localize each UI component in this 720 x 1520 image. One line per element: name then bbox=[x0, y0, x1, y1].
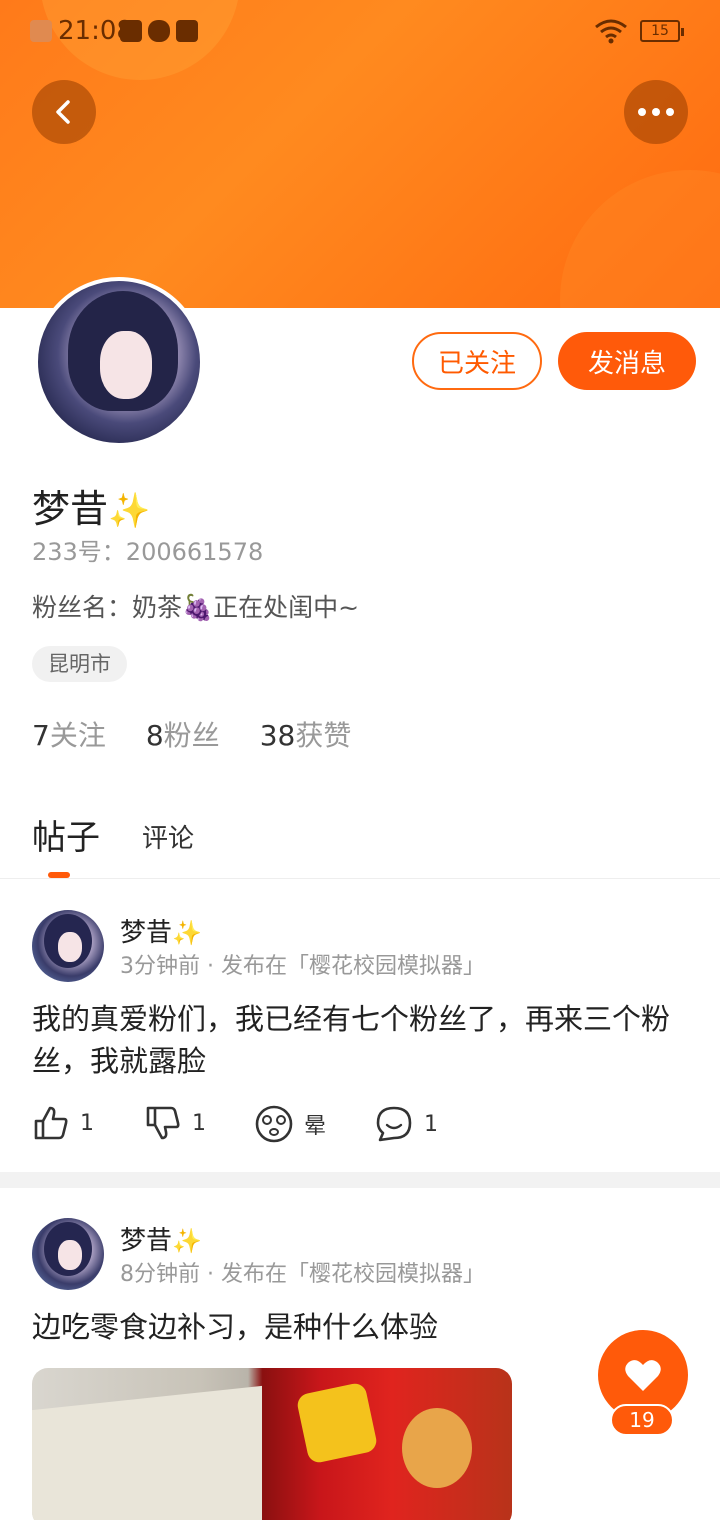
send-message-button[interactable]: 发消息 bbox=[558, 332, 696, 390]
content-tabs: 帖子 评论 bbox=[32, 810, 194, 859]
stat-label: 关注 bbox=[49, 719, 106, 752]
stat-label: 粉丝 bbox=[163, 719, 220, 752]
profile-stats: 7关注 8粉丝 38获赞 bbox=[32, 714, 351, 754]
thumbs-up-icon bbox=[34, 1106, 68, 1140]
sparkle-emoji: ✨ bbox=[172, 919, 202, 947]
stat-following[interactable]: 7关注 bbox=[32, 714, 106, 754]
post-author-name[interactable]: 梦昔✨ bbox=[120, 1220, 202, 1257]
avatar-art bbox=[58, 932, 82, 962]
post-text[interactable]: 我的真爱粉们，我已经有七个粉丝了，再来三个粉丝，我就露脸 bbox=[32, 998, 692, 1082]
post-meta: 3分钟前 · 发布在「樱花校园模拟器」 bbox=[120, 954, 485, 979]
post-image[interactable] bbox=[32, 1368, 512, 1520]
image-content bbox=[402, 1408, 472, 1488]
more-dots-icon bbox=[638, 108, 674, 116]
like-count: 1 bbox=[80, 1110, 94, 1136]
stat-number: 8 bbox=[145, 719, 164, 752]
user-id: 233号：200661578 bbox=[32, 538, 264, 566]
heart-icon bbox=[625, 1360, 661, 1391]
comment-bubble-icon bbox=[376, 1106, 412, 1142]
stat-followers[interactable]: 8粉丝 bbox=[146, 714, 220, 754]
profile-bio: 粉丝名：奶茶🍇正在处闺中~ bbox=[32, 588, 359, 624]
stat-likes: 38获赞 bbox=[260, 714, 352, 754]
notification-icon bbox=[176, 20, 198, 42]
dizzy-reaction-button[interactable]: 晕 bbox=[254, 1104, 326, 1144]
cloud-icon bbox=[148, 20, 170, 42]
author-name-text: 梦昔 bbox=[120, 1226, 173, 1256]
sparkle-emoji: ✨ bbox=[108, 491, 151, 531]
image-content bbox=[32, 1385, 262, 1520]
battery-indicator: 15 bbox=[640, 20, 684, 42]
status-bar: 21:08 15 bbox=[0, 0, 720, 64]
post-author-avatar[interactable] bbox=[32, 1218, 104, 1290]
more-button[interactable] bbox=[624, 80, 688, 144]
image-content bbox=[295, 1381, 379, 1465]
section-separator bbox=[0, 1172, 720, 1188]
tab-comments[interactable]: 评论 bbox=[142, 818, 194, 859]
comment-button[interactable]: 1 bbox=[374, 1104, 438, 1144]
sparkle-emoji: ✨ bbox=[172, 1227, 202, 1255]
bio-prefix: 粉丝名：奶茶 bbox=[32, 593, 183, 622]
dislike-button[interactable]: 1 bbox=[144, 1104, 206, 1142]
bio-suffix: 正在处闺中~ bbox=[213, 593, 360, 622]
location-tag: 昆明市 bbox=[32, 646, 127, 682]
back-button[interactable] bbox=[32, 80, 96, 144]
author-name-text: 梦昔 bbox=[120, 918, 173, 948]
chevron-left-icon bbox=[56, 100, 70, 124]
stat-number: 38 bbox=[259, 719, 296, 752]
post-meta: 8分钟前 · 发布在「樱花校园模拟器」 bbox=[120, 1262, 485, 1287]
tab-posts[interactable]: 帖子 bbox=[32, 810, 100, 859]
floating-like-count: 19 bbox=[610, 1404, 674, 1436]
avatar-art bbox=[58, 1240, 82, 1270]
post-actions: 1 1 晕 1 bbox=[32, 1104, 692, 1148]
followed-button[interactable]: 已关注 bbox=[412, 332, 542, 390]
grape-emoji: 🍇 bbox=[182, 593, 214, 622]
post-text[interactable]: 边吃零食边补习，是种什么体验 bbox=[32, 1306, 692, 1348]
post-author-name[interactable]: 梦昔✨ bbox=[120, 912, 202, 949]
profile-username: 梦昔✨ bbox=[32, 478, 150, 533]
stat-number: 7 bbox=[32, 719, 50, 752]
dislike-count: 1 bbox=[192, 1110, 206, 1136]
avatar-art bbox=[100, 331, 152, 399]
notification-icon bbox=[120, 20, 142, 42]
wifi-icon bbox=[595, 19, 627, 44]
comment-count: 1 bbox=[424, 1111, 438, 1137]
post-author-avatar[interactable] bbox=[32, 910, 104, 982]
header-decoration bbox=[560, 170, 720, 308]
like-button[interactable]: 1 bbox=[32, 1104, 94, 1142]
stat-label: 获赞 bbox=[295, 719, 352, 752]
dizzy-face-icon bbox=[255, 1105, 293, 1143]
divider bbox=[0, 878, 720, 879]
thumbs-down-icon bbox=[146, 1106, 180, 1140]
username-text: 梦昔 bbox=[32, 487, 109, 531]
notification-icon bbox=[30, 20, 52, 42]
reaction-label: 晕 bbox=[304, 1114, 327, 1139]
profile-avatar[interactable] bbox=[34, 277, 204, 447]
